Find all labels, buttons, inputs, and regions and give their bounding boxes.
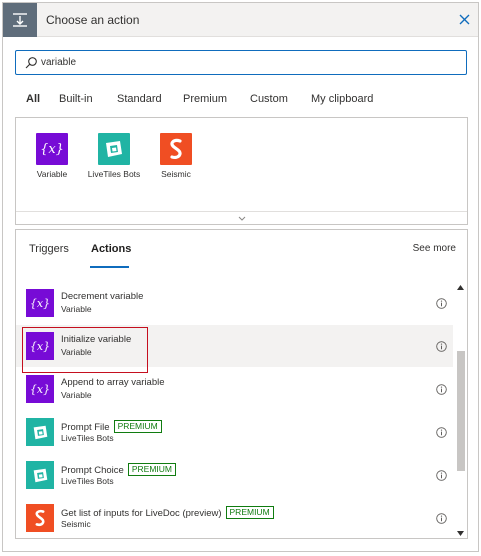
- info-icon[interactable]: [436, 341, 447, 352]
- info-icon[interactable]: [436, 298, 447, 309]
- action-name: Prompt File: [61, 422, 110, 433]
- connector-livetiles-bots[interactable]: LiveTiles Bots: [84, 133, 144, 179]
- action-name-line: Prompt File PREMIUM: [61, 420, 162, 433]
- see-more-link[interactable]: See more: [413, 243, 456, 254]
- action-connector: LiveTiles Bots: [61, 433, 114, 443]
- highlight-box: [22, 327, 148, 373]
- premium-badge: PREMIUM: [127, 463, 176, 476]
- livetiles-bots-icon: [98, 133, 130, 165]
- action-list: {x} Decrement variable Variable {x} Init…: [16, 282, 453, 538]
- tab-triggers[interactable]: Triggers: [29, 243, 69, 255]
- seismic-icon: [26, 504, 54, 532]
- tab-all[interactable]: All: [26, 93, 40, 105]
- close-button[interactable]: [456, 11, 472, 27]
- action-get-list-of-inputs-for-livedoc[interactable]: Get list of inputs for LiveDoc (preview)…: [16, 497, 453, 538]
- variable-icon: {x}: [26, 289, 54, 317]
- tab-built-in[interactable]: Built-in: [59, 93, 93, 105]
- action-connector: Variable: [61, 390, 92, 400]
- action-name: Decrement variable: [61, 291, 144, 302]
- tab-my-clipboard[interactable]: My clipboard: [311, 93, 373, 105]
- connector-label: LiveTiles Bots: [87, 169, 141, 179]
- action-list-scrollbar[interactable]: [455, 282, 465, 538]
- chevron-down-icon: [238, 216, 245, 221]
- action-decrement-variable[interactable]: {x} Decrement variable Variable: [16, 282, 453, 324]
- filter-tabs: All Built-in Standard Premium Custom My …: [3, 87, 478, 117]
- scroll-up-button[interactable]: [455, 282, 465, 292]
- action-connector: LiveTiles Bots: [61, 476, 114, 486]
- scroll-track: [457, 294, 465, 526]
- triggers-actions-tabs: Triggers Actions See more: [16, 230, 467, 268]
- info-icon[interactable]: [436, 384, 447, 395]
- livetiles-bots-icon: [26, 461, 54, 489]
- choose-action-dialog: Choose an action All Built-in Standard P…: [2, 2, 479, 552]
- caret-down-icon: [456, 530, 464, 536]
- action-append-to-array-variable[interactable]: {x} Append to array variable Variable: [16, 368, 453, 410]
- action-name: Get list of inputs for LiveDoc (preview): [61, 508, 222, 519]
- connector-label: Seismic: [161, 169, 191, 179]
- variable-icon: {x}: [36, 133, 68, 165]
- search-box: [15, 50, 467, 75]
- action-name: Append to array variable: [61, 377, 165, 388]
- tab-premium[interactable]: Premium: [183, 93, 227, 105]
- connector-label: Variable: [36, 169, 68, 179]
- premium-badge: PREMIUM: [113, 420, 162, 433]
- tab-actions[interactable]: Actions: [91, 243, 131, 255]
- tab-custom[interactable]: Custom: [250, 93, 288, 105]
- livetiles-bots-icon: [26, 418, 54, 446]
- action-connector: Variable: [61, 304, 92, 314]
- scroll-down-button[interactable]: [455, 528, 465, 538]
- seismic-icon: [160, 133, 192, 165]
- tab-standard[interactable]: Standard: [117, 93, 162, 105]
- operation-icon: [3, 3, 37, 37]
- action-name: Prompt Choice: [61, 465, 124, 476]
- caret-up-icon: [456, 284, 464, 290]
- info-icon[interactable]: [436, 427, 447, 438]
- connectors-panel: {x} Variable LiveTiles Bots Seismic: [15, 117, 468, 225]
- dialog-header: Choose an action: [3, 3, 478, 37]
- info-icon[interactable]: [436, 470, 447, 481]
- info-icon[interactable]: [436, 513, 447, 524]
- action-name-line: Get list of inputs for LiveDoc (preview)…: [61, 506, 274, 519]
- connector-seismic[interactable]: Seismic: [146, 133, 206, 179]
- action-prompt-file[interactable]: Prompt File PREMIUM LiveTiles Bots: [16, 411, 453, 453]
- dialog-title: Choose an action: [46, 13, 140, 27]
- action-connector: Seismic: [61, 519, 91, 529]
- variable-icon: {x}: [26, 375, 54, 403]
- action-name-line: Prompt Choice PREMIUM: [61, 463, 176, 476]
- connector-variable[interactable]: {x} Variable: [22, 133, 82, 179]
- active-tab-indicator: [90, 266, 129, 268]
- close-icon: [459, 14, 469, 24]
- scroll-thumb[interactable]: [457, 351, 465, 471]
- action-prompt-choice[interactable]: Prompt Choice PREMIUM LiveTiles Bots: [16, 454, 453, 496]
- actions-panel: Triggers Actions See more {x} Decrement …: [15, 229, 468, 539]
- search-icon: [25, 57, 37, 69]
- collapse-connectors-button[interactable]: [16, 211, 467, 224]
- premium-badge: PREMIUM: [225, 506, 274, 519]
- action-initialize-variable[interactable]: {x} Initialize variable Variable: [16, 325, 453, 373]
- search-input[interactable]: [41, 53, 451, 72]
